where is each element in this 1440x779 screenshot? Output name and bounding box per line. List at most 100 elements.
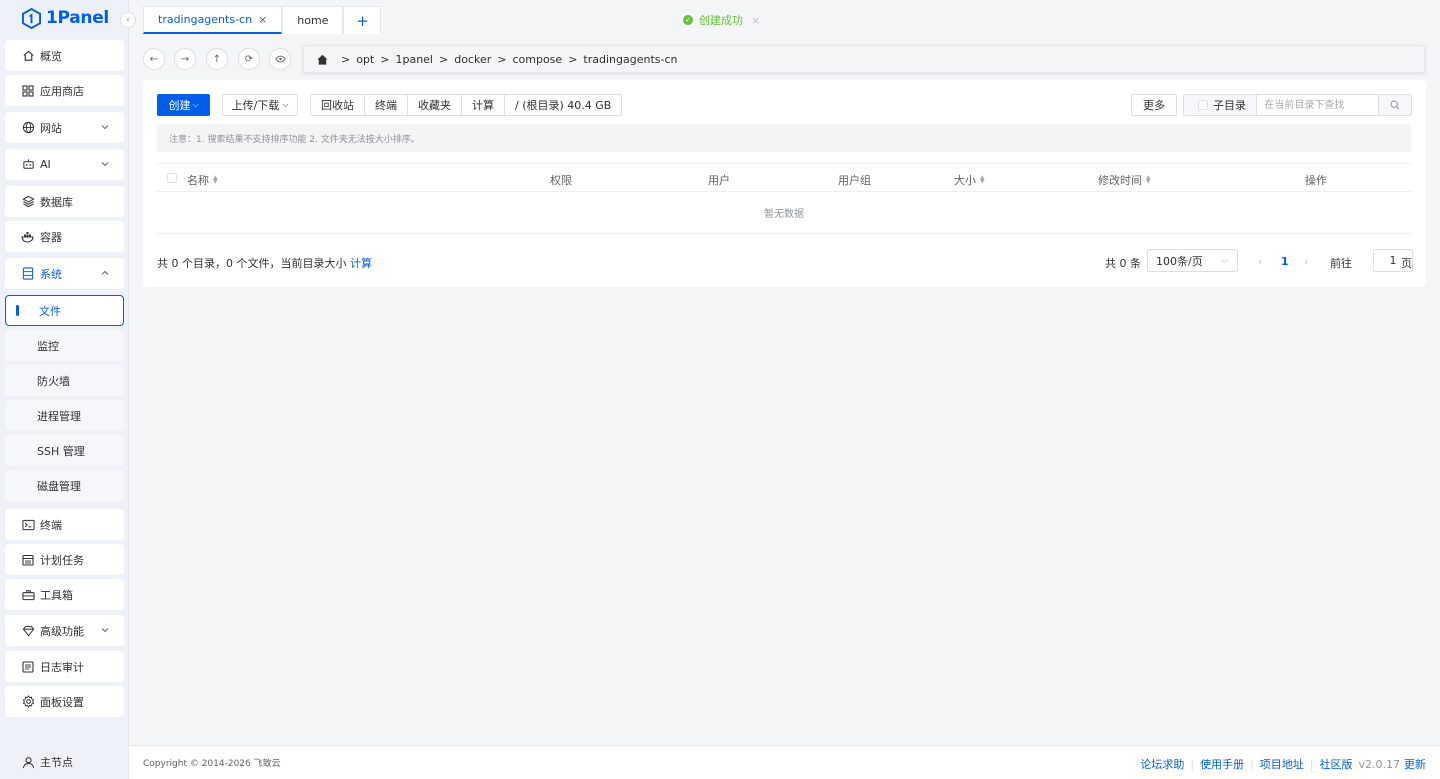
refresh-icon: ⟳ <box>244 53 254 65</box>
sidebar-item-ssh[interactable]: SSH 管理 <box>5 435 124 466</box>
sidebar-item-label: 日志审计 <box>40 660 84 674</box>
column-name[interactable]: 名称 ▲ ▼ <box>187 172 218 188</box>
node-label: 主节点 <box>40 756 73 769</box>
sidebar-item-label: 应用商店 <box>40 84 84 98</box>
refresh-button[interactable]: ⟳ <box>238 48 260 70</box>
edition-link[interactable]: 社区版 <box>1320 756 1353 772</box>
column-modified[interactable]: 修改时间 ▲ ▼ <box>1098 172 1151 188</box>
sidebar-item-app-store[interactable]: 应用商店 <box>5 75 124 106</box>
column-size[interactable]: 大小 ▲ ▼ <box>954 172 985 188</box>
add-tab-button[interactable]: + <box>343 6 382 34</box>
subdir-label: 子目录 <box>1213 99 1246 112</box>
more-button[interactable]: 更多 <box>1131 94 1177 116</box>
tab-home[interactable]: home <box>282 6 344 34</box>
prev-page-button[interactable]: ‹ <box>1258 255 1262 268</box>
sort-icon: ▲ ▼ <box>980 174 985 185</box>
collapse-sidebar-button[interactable]: ‹ <box>120 12 136 28</box>
sidebar-item-system[interactable]: 系统 <box>5 258 124 289</box>
breadcrumb: > opt > 1panel > docker > compose > trad… <box>303 45 1425 73</box>
toggle-hidden-button[interactable] <box>269 48 291 70</box>
docker-icon <box>21 230 35 244</box>
forum-link[interactable]: 论坛求助 <box>1140 756 1184 772</box>
sidebar-item-database[interactable]: 数据库 <box>5 186 124 217</box>
checkbox[interactable] <box>1198 100 1208 110</box>
up-button[interactable]: ↑ <box>206 48 228 70</box>
upload-download-button[interactable]: 上传/下载 ⌵ <box>222 94 298 116</box>
chevron-down-icon <box>101 125 109 130</box>
breadcrumb-item[interactable]: opt <box>356 53 374 66</box>
chevron-down-icon <box>101 628 109 633</box>
breadcrumb-separator: > <box>568 52 578 66</box>
home-icon[interactable] <box>316 53 329 66</box>
logo[interactable]: 1Panel <box>22 7 109 29</box>
pagination-total: 共 0 条 <box>1105 255 1141 271</box>
terminal-button[interactable]: 终端 <box>365 95 408 115</box>
globe-icon <box>21 121 35 135</box>
sidebar-item-website[interactable]: 网站 <box>5 112 124 143</box>
logo-icon <box>22 7 41 29</box>
sidebar-item-toolbox[interactable]: 工具箱 <box>5 579 124 610</box>
layers-icon <box>21 195 35 209</box>
breadcrumb-item[interactable]: compose <box>512 53 562 66</box>
back-button[interactable]: ← <box>143 48 165 70</box>
breadcrumb-item[interactable]: tradingagents-cn <box>583 53 677 66</box>
version-label: v2.0.17 <box>1358 757 1401 771</box>
tab-bar: tradingagents-cn × home + <box>143 6 382 34</box>
update-link[interactable]: 更新 <box>1404 756 1426 772</box>
recycle-bin-button[interactable]: 回收站 <box>311 95 365 115</box>
search-input[interactable] <box>1257 95 1379 115</box>
chevron-down-icon <box>101 162 109 167</box>
column-label: 大小 <box>954 174 976 187</box>
sidebar-item-terminal[interactable]: 终端 <box>5 509 124 540</box>
calculate-size-link[interactable]: 计算 <box>350 257 372 270</box>
sidebar-item-monitor[interactable]: 监控 <box>5 330 124 361</box>
sidebar-item-label: 文件 <box>39 304 61 318</box>
favorites-button[interactable]: 收藏夹 <box>408 95 462 115</box>
close-icon[interactable]: × <box>258 13 267 26</box>
manual-link[interactable]: 使用手册 <box>1200 756 1244 772</box>
divider: | <box>1190 757 1195 771</box>
sidebar-item-overview[interactable]: 概览 <box>5 40 124 71</box>
eye-icon <box>274 55 286 63</box>
total-count: 共 0 条 <box>1105 257 1141 270</box>
column-group: 用户组 <box>838 172 871 188</box>
sidebar-item-settings[interactable]: 面板设置 <box>5 686 124 717</box>
breadcrumb-item[interactable]: 1panel <box>395 53 433 66</box>
subdir-checkbox[interactable]: 子目录 <box>1184 95 1258 115</box>
empty-text: 暂无数据 <box>764 209 804 220</box>
more-label: 更多 <box>1143 99 1165 112</box>
breadcrumb-item[interactable]: docker <box>454 53 491 66</box>
select-all-checkbox[interactable] <box>167 173 177 183</box>
column-label: 操作 <box>1305 174 1327 187</box>
sidebar-item-logs[interactable]: 日志审计 <box>5 651 124 682</box>
summary-text: 共 0 个目录，0 个文件，当前目录大小 <box>157 257 347 270</box>
disk-usage-button[interactable]: / (根目录) 40.4 GB <box>505 95 621 115</box>
forward-button[interactable]: → <box>174 48 196 70</box>
page-size-value: 100条/页 <box>1156 254 1203 268</box>
sidebar-item-disk[interactable]: 磁盘管理 <box>5 470 124 501</box>
chevron-down-icon: ⌵ <box>192 100 199 109</box>
project-link[interactable]: 项目地址 <box>1260 756 1304 772</box>
search-button[interactable] <box>1378 95 1411 115</box>
tab-tradingagents-cn[interactable]: tradingagents-cn × <box>143 6 283 34</box>
sidebar-item-label: 监控 <box>37 339 59 353</box>
close-icon[interactable]: × <box>751 14 760 27</box>
sidebar-item-advanced[interactable]: 高级功能 <box>5 615 124 646</box>
calculate-button[interactable]: 计算 <box>462 95 505 115</box>
column-label: 权限 <box>550 174 572 187</box>
node-selector[interactable]: 主节点 <box>22 754 73 770</box>
sidebar-item-firewall[interactable]: 防火墙 <box>5 365 124 396</box>
create-button[interactable]: 创建 ⌵ <box>157 94 210 116</box>
next-page-button[interactable]: › <box>1304 255 1308 268</box>
sidebar-item-process[interactable]: 进程管理 <box>5 400 124 431</box>
sidebar-item-label: SSH 管理 <box>37 444 85 458</box>
sidebar-item-cron[interactable]: 计划任务 <box>5 544 124 575</box>
sidebar-item-ai[interactable]: AI <box>5 149 124 180</box>
sidebar-item-label: 工具箱 <box>40 588 73 602</box>
sidebar-item-files[interactable]: 文件 <box>5 295 124 326</box>
sidebar-item-container[interactable]: 容器 <box>5 221 124 252</box>
sort-icon: ▲ ▼ <box>213 174 218 185</box>
upload-label: 上传/下载 <box>231 99 280 112</box>
page-number-current[interactable]: 1 <box>1281 255 1289 268</box>
page-size-select[interactable]: 100条/页 ⌵ <box>1147 249 1238 272</box>
